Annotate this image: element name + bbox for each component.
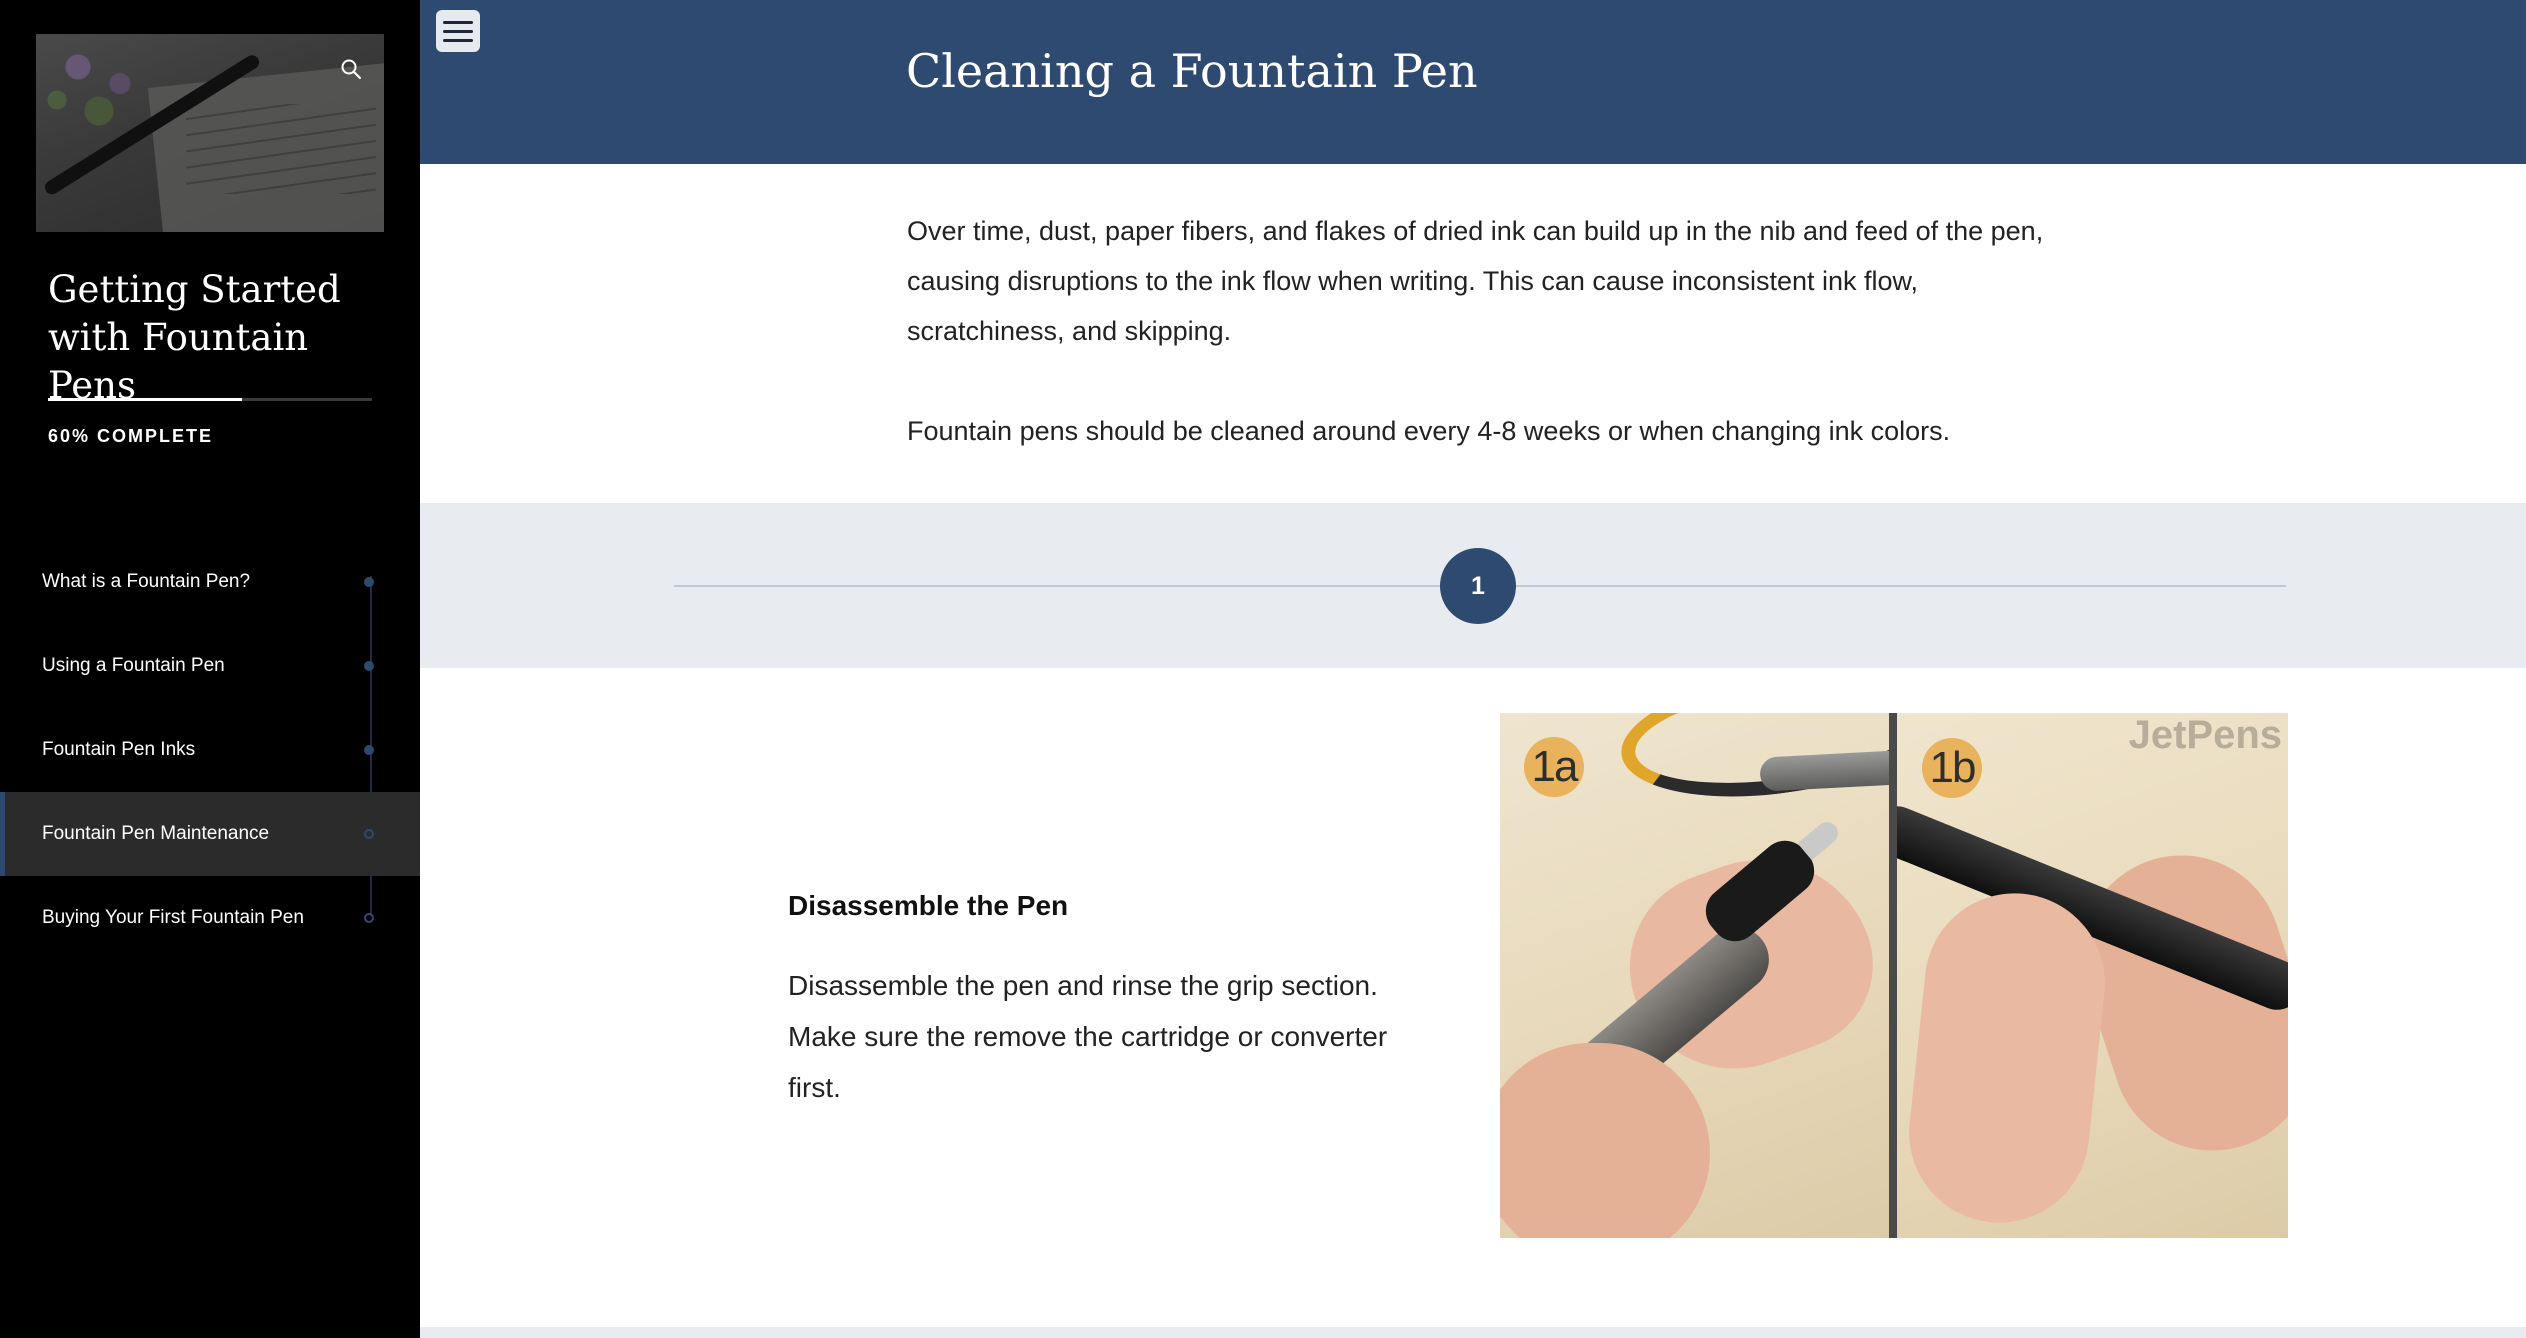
lesson-intro: Over time, dust, paper fibers, and flake… xyxy=(907,206,2067,456)
handwriting-decoration xyxy=(186,104,376,194)
jetpens-watermark: JetPens xyxy=(2128,713,2282,757)
intro-paragraph: Fountain pens should be cleaned around e… xyxy=(907,416,1951,446)
lesson-header: Cleaning a Fountain Pen xyxy=(420,0,2526,164)
sidebar: Getting Started with Fountain Pens 60% C… xyxy=(0,0,420,1338)
progress-bar xyxy=(48,398,372,401)
photo-panel-1a: 1a xyxy=(1500,713,1889,1238)
progress-label: 60% COMPLETE xyxy=(48,426,214,446)
photo-panel-1b: 1b JetPens xyxy=(1897,713,2288,1238)
next-section-band xyxy=(420,1327,2526,1338)
step-number-badge: 1 xyxy=(1440,548,1516,624)
sidebar-item-label: Fountain Pen Inks xyxy=(42,739,196,760)
search-icon[interactable] xyxy=(340,58,362,80)
photo-badge-1b: 1b xyxy=(1922,738,1982,798)
lesson-status-dot xyxy=(364,745,374,755)
lesson-status-dot xyxy=(364,577,374,587)
sidebar-item-label: Fountain Pen Maintenance xyxy=(42,823,270,844)
lesson-status-dot xyxy=(364,829,374,839)
step-description: Disassemble the pen and rinse the grip s… xyxy=(788,970,1388,1103)
hamburger-menu-button[interactable] xyxy=(436,10,480,52)
lesson-status-dot xyxy=(364,913,374,923)
photo-divider xyxy=(1889,713,1897,1238)
hand-graphic xyxy=(1500,1043,1710,1238)
sidebar-item-label: Using a Fountain Pen xyxy=(42,655,225,676)
sidebar-item-label: What is a Fountain Pen? xyxy=(42,571,251,592)
step-divider-band: 1 xyxy=(420,503,2526,668)
sidebar-item-label: Buying Your First Fountain Pen xyxy=(42,907,304,928)
page-title: Cleaning a Fountain Pen xyxy=(906,44,1478,98)
course-title: Getting Started with Fountain Pens xyxy=(48,268,341,407)
sidebar-item-fountain-pen-inks[interactable]: Fountain Pen Inks xyxy=(0,708,420,792)
lesson-status-dot xyxy=(364,661,374,671)
photo-badge-1a: 1a xyxy=(1524,737,1584,797)
progress-bar-fill xyxy=(48,398,243,401)
course-cover-image xyxy=(36,34,384,232)
intro-paragraph: Over time, dust, paper fibers, and flake… xyxy=(907,216,2044,346)
hamburger-menu-icon xyxy=(443,20,473,24)
sidebar-item-what-is-a-fountain-pen[interactable]: What is a Fountain Pen? xyxy=(0,540,420,624)
lesson-nav: What is a Fountain Pen? Using a Fountain… xyxy=(0,540,420,960)
step-title: Disassemble the Pen xyxy=(788,890,1069,921)
hand-graphic xyxy=(1900,884,2114,1232)
sidebar-item-using-a-fountain-pen[interactable]: Using a Fountain Pen xyxy=(0,624,420,708)
sidebar-item-fountain-pen-maintenance[interactable]: Fountain Pen Maintenance xyxy=(0,792,420,876)
step-photo: 1a 1b JetPens xyxy=(1500,713,2288,1238)
sidebar-item-buying-your-first-fountain-pen[interactable]: Buying Your First Fountain Pen xyxy=(0,876,420,960)
